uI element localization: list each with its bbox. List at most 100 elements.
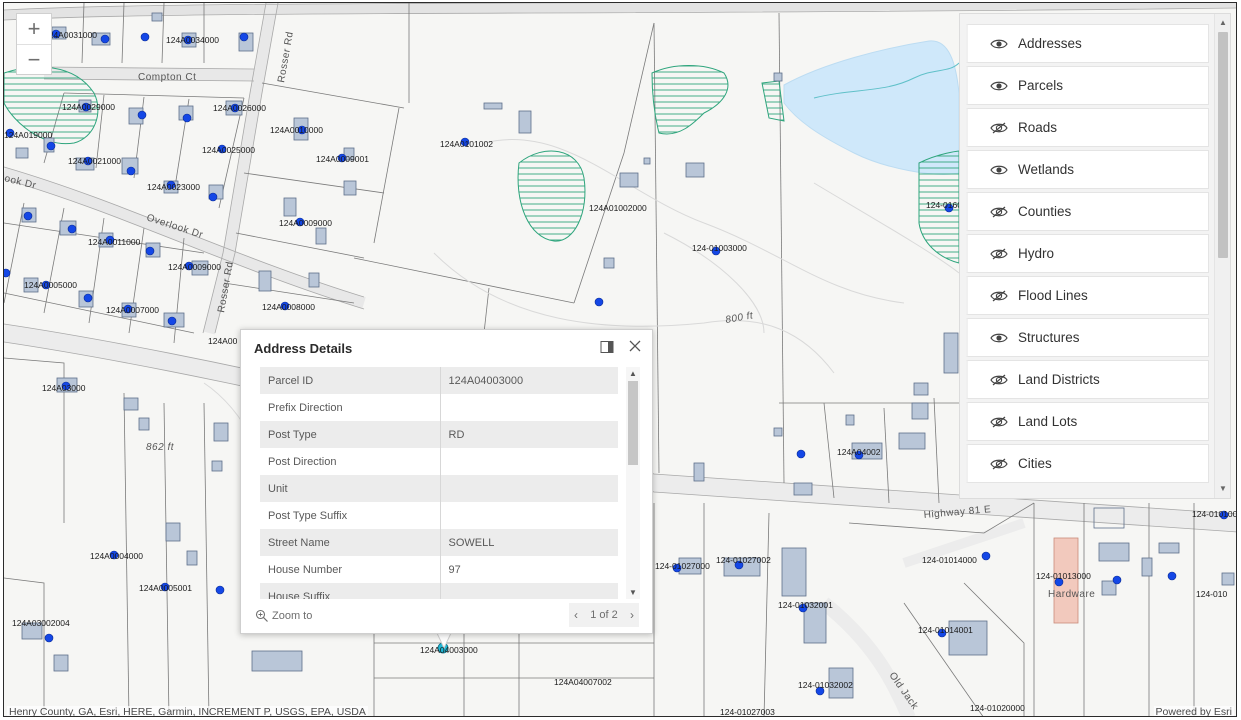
elevation-label: 862 ft [146, 442, 175, 453]
layer-label: Counties [1018, 204, 1072, 219]
eye-off-icon[interactable] [990, 247, 1008, 261]
parcel-label: 124-01013000 [1036, 571, 1091, 581]
layer-item-parcels[interactable]: Parcels [966, 66, 1209, 105]
layer-item-addresses[interactable]: Addresses [966, 24, 1209, 63]
parcel-label: 124A03002004 [12, 618, 70, 628]
close-icon[interactable] [627, 338, 643, 354]
address-details-popup: Address Details Parcel ID 124A04003000 Pre… [240, 329, 653, 634]
table-row: Post Type RD [260, 421, 618, 448]
attribute-value [440, 475, 618, 502]
layer-item-land-lots[interactable]: Land Lots [966, 402, 1209, 441]
layer-label: Hydro [1018, 246, 1055, 261]
eye-off-icon[interactable] [990, 457, 1008, 471]
parcel-label: 124A0007000 [106, 305, 159, 315]
layer-item-hydro[interactable]: Hydro [966, 234, 1209, 273]
eye-icon[interactable] [990, 37, 1008, 51]
street-label: Rosser Rd [276, 31, 296, 84]
layer-list-scrollbar[interactable]: ▲ ▼ [1214, 14, 1230, 498]
attribute-value: 97 [448, 563, 461, 576]
parcel-label: 124A04002 [837, 447, 881, 457]
eye-off-icon[interactable] [990, 373, 1008, 387]
scroll-down-arrow-icon[interactable]: ▼ [1215, 482, 1230, 496]
parcel-label: 124A0034000 [166, 35, 219, 45]
layer-label: Flood Lines [1018, 288, 1088, 303]
table-row: House Suffix [260, 583, 618, 599]
parcel-label: 124-0160 [926, 200, 962, 210]
layer-label: Parcels [1018, 78, 1064, 93]
dock-icon[interactable] [600, 340, 614, 354]
parcel-label: 124A0026000 [213, 103, 266, 113]
scrollbar-thumb[interactable] [1218, 32, 1228, 258]
zoom-in-button[interactable]: + [17, 14, 51, 44]
eye-off-icon[interactable] [990, 205, 1008, 219]
parcel-label: 124-010 [1196, 589, 1227, 599]
eye-icon[interactable] [990, 79, 1008, 93]
zoom-control: + − [16, 13, 52, 75]
scroll-down-arrow-icon[interactable]: ▼ [626, 588, 640, 597]
parcel-label: 124A00 [208, 336, 238, 346]
feature-pager: ‹ 1 of 2 › [569, 603, 639, 627]
table-row: Post Type Suffix [260, 502, 618, 529]
layer-label: Land Lots [1018, 414, 1078, 429]
attribute-name: House Number [260, 556, 441, 583]
zoom-out-button[interactable]: − [17, 44, 51, 74]
layer-label: Structures [1018, 330, 1080, 345]
popup-content[interactable]: Parcel ID 124A04003000 Prefix Direction Pos… [260, 367, 640, 599]
layer-item-land-districts[interactable]: Land Districts [966, 360, 1209, 399]
layer-item-structures[interactable]: Structures [966, 318, 1209, 357]
magnifier-icon [255, 609, 268, 622]
layer-item-roads[interactable]: Roads [966, 108, 1209, 147]
scrollbar-thumb[interactable] [628, 381, 638, 465]
eye-icon[interactable] [990, 163, 1008, 177]
parcel-label: 124A0025000 [202, 145, 255, 155]
map-attribution: Henry County, GA, Esri, HERE, Garmin, IN… [7, 706, 368, 717]
map-view[interactable]: Compton Ct Rosser Rd Overlook Dr ook Dr … [3, 2, 1237, 717]
parcel-label: 124A04007002 [554, 677, 612, 687]
eye-off-icon[interactable] [990, 289, 1008, 303]
parcel-label: 124A019000 [4, 130, 52, 140]
layer-item-wetlands[interactable]: Wetlands [966, 150, 1209, 189]
attribute-name: Parcel ID [260, 367, 441, 394]
eye-icon[interactable] [990, 331, 1008, 345]
eye-off-icon[interactable] [990, 121, 1008, 135]
layer-label: Addresses [1018, 36, 1082, 51]
parcel-label: 124-01032001 [778, 600, 833, 610]
layer-item-flood-lines[interactable]: Flood Lines [966, 276, 1209, 315]
attribute-value: SOWELL [440, 529, 618, 556]
scroll-up-arrow-icon[interactable]: ▲ [626, 369, 640, 378]
attribute-value [440, 394, 618, 421]
popup-scrollbar[interactable]: ▲ ▼ [626, 367, 640, 599]
powered-by-esri[interactable]: Powered by Esri [1153, 706, 1234, 716]
table-row: House Number 97 [260, 556, 618, 583]
parcel-label: 124A04003000 [420, 645, 478, 655]
parcel-label: 124A0009001 [316, 154, 369, 164]
layer-item-cities[interactable]: Cities [966, 444, 1209, 483]
parcel-label: 124A0005000 [24, 280, 77, 290]
table-row: Street Name SOWELL [260, 529, 618, 556]
parcel-label: 124A0011000 [88, 237, 141, 247]
attribute-name: Prefix Direction [260, 394, 441, 421]
parcel-label: 124-01020000 [970, 703, 1025, 713]
parcel-label: 124-01003000 [692, 243, 747, 253]
layer-label: Cities [1018, 456, 1052, 471]
eye-off-icon[interactable] [990, 415, 1008, 429]
parcel-label: 124A0009000 [279, 218, 332, 228]
previous-feature-icon[interactable]: ‹ [574, 608, 578, 622]
zoom-to-button[interactable]: Zoom to [255, 609, 312, 623]
layer-item-counties[interactable]: Counties [966, 192, 1209, 231]
parcel-label: 124A0008000 [262, 302, 315, 312]
attribute-value: 124A04003000 [440, 367, 618, 394]
attribute-name: Post Type Suffix [260, 502, 441, 529]
popup-title: Address Details [254, 341, 353, 356]
attribute-value: RD [440, 421, 618, 448]
attribute-value [440, 583, 618, 599]
table-row: Prefix Direction [260, 394, 618, 421]
scroll-up-arrow-icon[interactable]: ▲ [1215, 16, 1230, 30]
parcel-label: 124A03000 [42, 383, 86, 393]
parcel-label: 124A0010000 [270, 125, 323, 135]
attribute-name: Unit [260, 475, 441, 502]
parcel-label: 124A0004000 [90, 551, 143, 561]
parcel-label: 124A0029000 [62, 102, 115, 112]
next-feature-icon[interactable]: › [630, 608, 634, 622]
parcel-label: 124A0005001 [139, 583, 192, 593]
